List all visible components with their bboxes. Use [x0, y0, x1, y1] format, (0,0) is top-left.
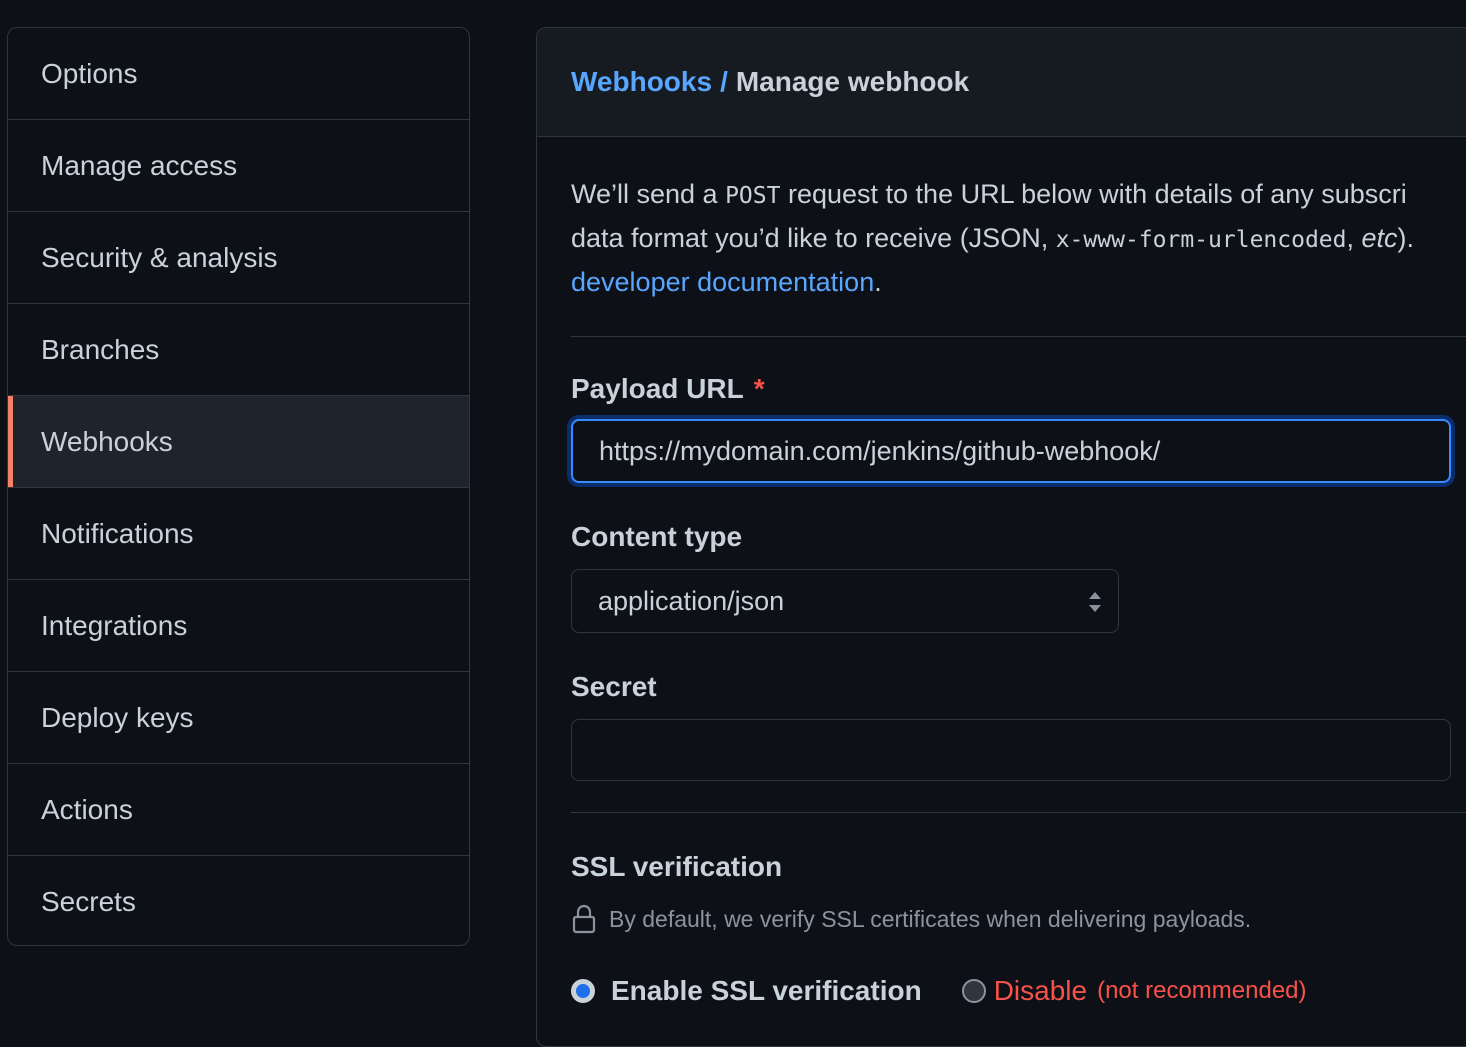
- payload-url-label-text: Payload URL: [571, 373, 744, 404]
- disable-ssl-label[interactable]: Disable: [994, 975, 1087, 1007]
- sidebar-item-notifications[interactable]: Notifications: [8, 488, 469, 580]
- content-type-selected: application/json: [598, 585, 785, 616]
- required-asterisk: *: [753, 373, 765, 404]
- ssl-options: Enable SSL verification Disable (not rec…: [571, 975, 1466, 1007]
- sidebar-item-label: Branches: [41, 333, 160, 365]
- sidebar-item-branches[interactable]: Branches: [8, 304, 469, 396]
- secret-input[interactable]: [571, 719, 1451, 781]
- sidebar-item-integrations[interactable]: Integrations: [8, 580, 469, 672]
- disable-ssl-hint: (not recommended): [1097, 977, 1307, 1004]
- ssl-note: By default, we verify SSL certificates w…: [571, 903, 1466, 935]
- sidebar-item-secrets[interactable]: Secrets: [8, 856, 469, 945]
- intro-emphasis: etc: [1361, 223, 1398, 253]
- sidebar-item-label: Manage access: [41, 149, 238, 181]
- disable-ssl-radio[interactable]: [961, 979, 986, 1003]
- sidebar-item-deploy-keys[interactable]: Deploy keys: [8, 672, 469, 764]
- breadcrumb-separator: /: [720, 66, 728, 97]
- sidebar-item-label: Security & analysis: [41, 241, 278, 273]
- payload-url-input[interactable]: https://mydomain.com/jenkins/github-webh…: [571, 419, 1451, 483]
- enable-ssl-radio[interactable]: [571, 979, 595, 1003]
- secret-label: Secret: [571, 671, 657, 702]
- sidebar-item-label: Actions: [41, 793, 133, 825]
- payload-url-label: Payload URL *: [571, 373, 1466, 405]
- developer-documentation-link[interactable]: developer documentation: [571, 267, 874, 297]
- page-title: Manage webhook: [735, 66, 970, 97]
- sidebar-item-options[interactable]: Options: [8, 28, 469, 120]
- sidebar-item-label: Secrets: [41, 886, 136, 917]
- sidebar-item-label: Integrations: [41, 609, 188, 641]
- ssl-note-text: By default, we verify SSL certificates w…: [609, 905, 1252, 932]
- intro-text-segment: We’ll send a: [571, 179, 726, 209]
- sidebar-item-label: Options: [41, 57, 138, 89]
- sidebar-item-label: Notifications: [41, 517, 194, 549]
- lock-icon: [572, 904, 596, 934]
- content-type-label: Content type: [571, 521, 743, 552]
- sidebar-item-manage-access[interactable]: Manage access: [8, 120, 469, 212]
- sidebar-item-actions[interactable]: Actions: [8, 764, 469, 856]
- webhook-panel: Webhooks / Manage webhook We’ll send a P…: [536, 27, 1466, 1047]
- divider: [571, 336, 1466, 337]
- breadcrumb-webhooks-link[interactable]: Webhooks: [571, 66, 712, 98]
- intro-text-segment: ,: [1346, 223, 1362, 253]
- sidebar-item-security-analysis[interactable]: Security & analysis: [8, 212, 469, 304]
- intro-text-segment: request to the URL below with details of…: [780, 179, 1407, 209]
- sidebar-item-label: Deploy keys: [41, 701, 194, 733]
- divider: [571, 812, 1466, 813]
- post-code: POST: [725, 183, 781, 209]
- intro-text-segment: data format you’d like to receive (JSON,: [571, 223, 1056, 253]
- intro-text: We’ll send a POST request to the URL bel…: [571, 173, 1466, 303]
- select-arrows-icon: [1089, 592, 1101, 612]
- settings-sidebar: Options Manage access Security & analysi…: [7, 27, 470, 946]
- enable-ssl-label[interactable]: Enable SSL verification: [611, 975, 922, 1007]
- sidebar-item-label: Webhooks: [41, 425, 173, 457]
- ssl-verification-title: SSL verification: [571, 851, 783, 882]
- sidebar-item-webhooks[interactable]: Webhooks: [8, 396, 469, 488]
- payload-url-value: https://mydomain.com/jenkins/github-webh…: [599, 435, 1161, 466]
- urlencoded-code: x-www-form-urlencoded: [1055, 227, 1347, 253]
- content-type-select[interactable]: application/json: [571, 569, 1119, 633]
- intro-text-segment: ).: [1397, 223, 1415, 253]
- webhook-form: We’ll send a POST request to the URL bel…: [571, 137, 1466, 1007]
- intro-text-segment: .: [874, 267, 882, 297]
- breadcrumb: Webhooks / Manage webhook: [537, 28, 1466, 137]
